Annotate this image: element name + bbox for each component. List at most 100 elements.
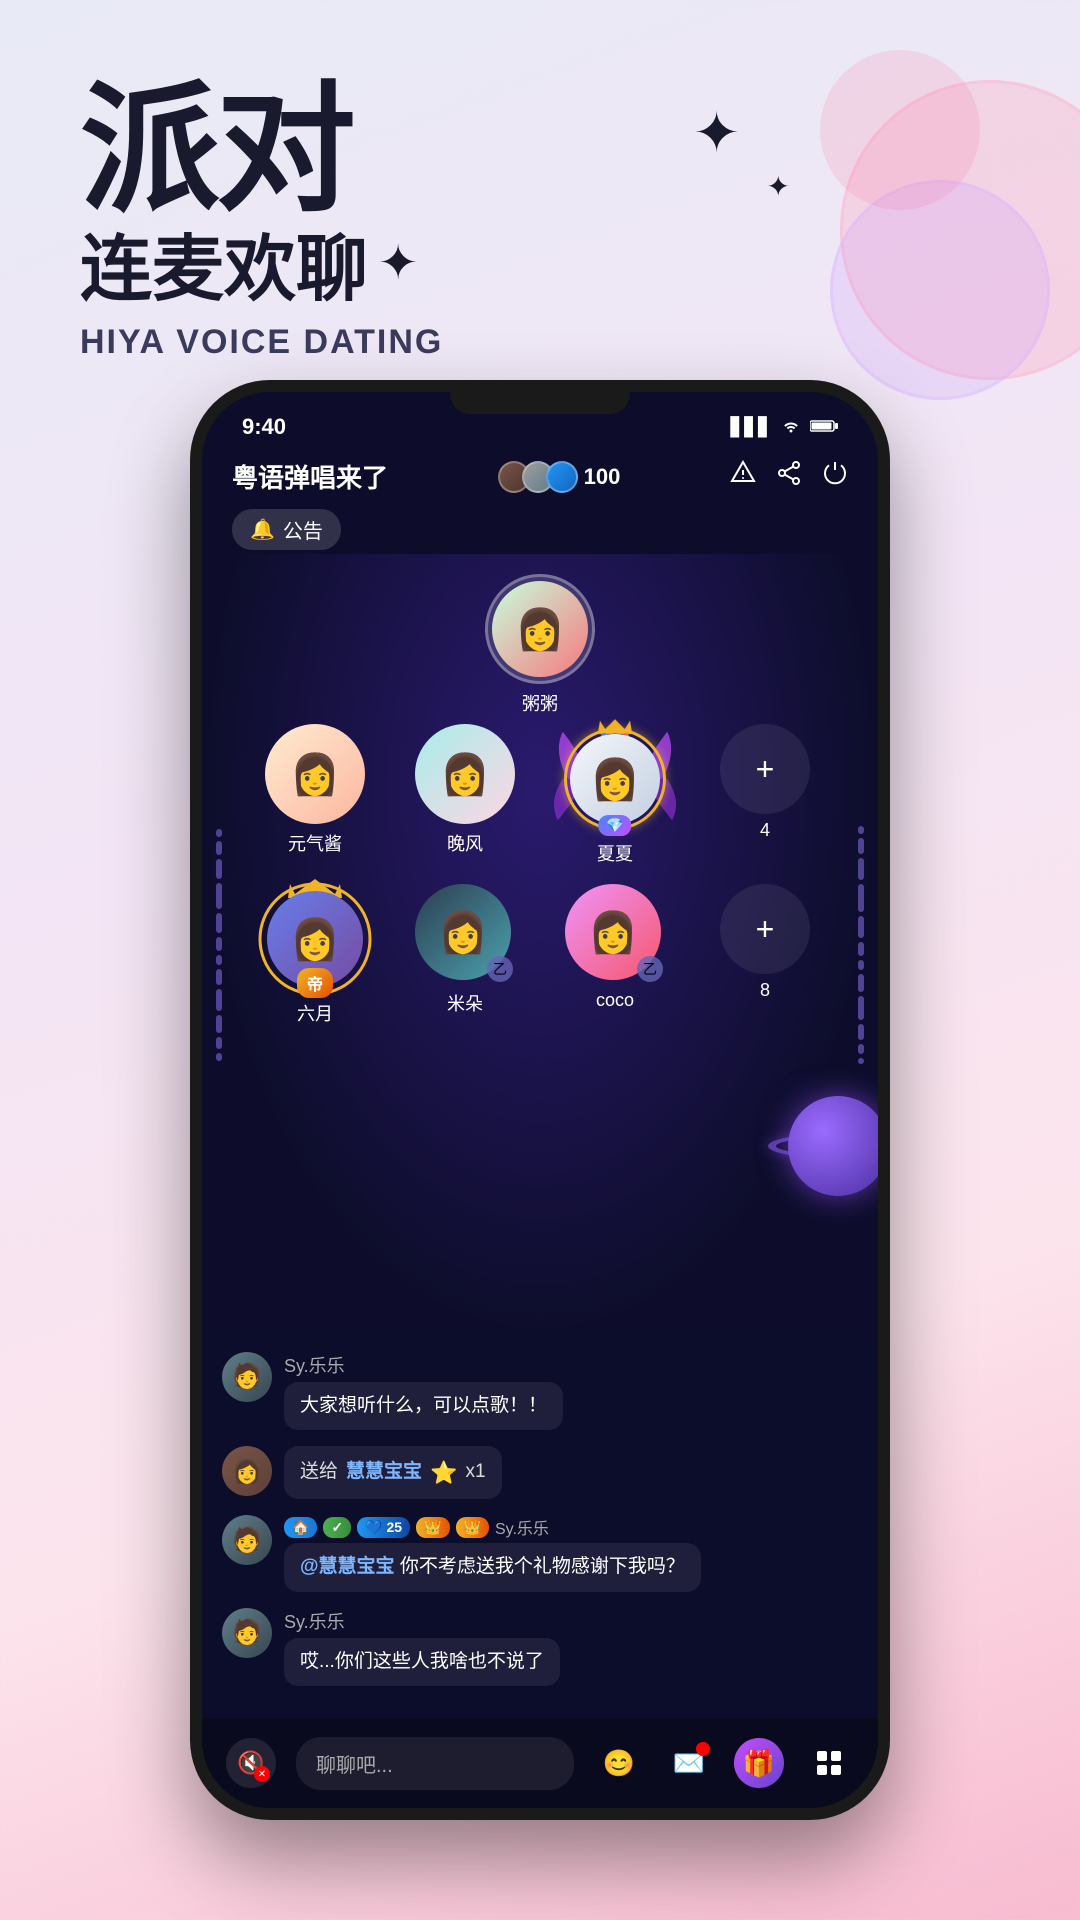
sound-bar (216, 1015, 222, 1033)
send-text: 送给 (300, 1458, 338, 1487)
viewer-avatar-3 (546, 461, 578, 493)
gift-icon: 🎁 (743, 1748, 775, 1779)
seat-coco-frame: 👩 乙 (565, 884, 665, 984)
badge-home: 🏠 (284, 1517, 317, 1538)
menu-button[interactable] (804, 1738, 854, 1788)
seat-liuyue-frame: 帝 👩 (260, 884, 370, 994)
sound-bar (216, 989, 222, 1011)
sound-bar (858, 838, 864, 854)
chat-username-1: Sy.乐乐 (284, 1352, 858, 1378)
diamond-badge: 💎 (598, 815, 631, 836)
phone-notch (450, 380, 630, 414)
chat-badges-row: 🏠 ✓ 💙 25 👑 👑 Sy.乐乐 (284, 1515, 858, 1539)
menu-grid-icon (815, 1749, 843, 1777)
chat-message-4: 🧑 Sy.乐乐 哎...你们这些人我啥也不说了 (222, 1608, 858, 1687)
bg-decoration-2 (830, 180, 1050, 400)
emoji-button[interactable]: 😊 (594, 1738, 644, 1788)
sound-bars-left (216, 829, 222, 1061)
chat-input-area[interactable]: 聊聊吧... (296, 1737, 574, 1790)
add-seat-4[interactable]: + 4 (700, 724, 830, 866)
chat-avatar-gift: 👩 (222, 1446, 272, 1496)
wifi-icon (780, 417, 802, 438)
mute-button[interactable]: 🔇 ✕ (226, 1738, 276, 1788)
bg-decoration-3 (820, 50, 980, 210)
guests-row-1: 👩 元气酱 👩 晚风 (250, 724, 830, 866)
sound-bar (216, 1053, 222, 1061)
planet-ball (788, 1096, 878, 1196)
badge-check: ✓ (323, 1517, 351, 1538)
mail-badge-dot (696, 1742, 710, 1756)
chat-bubble-gift: 送给 慧慧宝宝 ⭐ x1 (284, 1446, 502, 1499)
seat-avatar-yuqi: 👩 (265, 724, 365, 824)
chat-message-gift: 👩 送给 慧慧宝宝 ⭐ x1 (222, 1446, 858, 1499)
viewer-number: 100 (584, 464, 621, 490)
sound-bar (858, 916, 864, 938)
stage-area: 👩 粥粥 👩 元气酱 (202, 554, 878, 1336)
status-icons: ▋▋▋ (730, 417, 838, 438)
seat-yuqi[interactable]: 👩 元气酱 (250, 724, 380, 866)
sparkle-top-icon: ✦ (693, 100, 740, 166)
host-avatar-ring: 👩 (485, 574, 595, 684)
host-seat[interactable]: 👩 粥粥 (485, 574, 595, 716)
seat-wanfeng[interactable]: 👩 晚风 (400, 724, 530, 866)
add-seat-count-4: 4 (760, 820, 770, 841)
hero-section: 派对 连麦欢聊 ✦ HIYA VOICE DATING (80, 80, 443, 362)
gift-count: x1 (465, 1458, 485, 1487)
sub-title-row: 连麦欢聊 ✦ (80, 210, 443, 315)
add-seat-8[interactable]: + 8 (700, 884, 830, 1026)
seat-miduo[interactable]: 👩 乙 米朵 (400, 884, 530, 1026)
room-title: 粤语弹唱来了 (232, 458, 388, 495)
sound-bar (858, 942, 864, 956)
phone-outer: 9:40 ▋▋▋ (190, 380, 890, 1820)
bell-icon: 🔔 (250, 517, 275, 542)
gift-row: 送给 慧慧宝宝 ⭐ x1 (300, 1456, 486, 1489)
add-seat-btn[interactable]: + (720, 724, 810, 814)
host-avatar-emoji: 👩 (492, 581, 588, 677)
chat-content-1: Sy.乐乐 大家想听什么，可以点歌！！ (284, 1352, 858, 1431)
sound-bar (216, 1037, 222, 1049)
add-seat-count-8: 8 (760, 980, 770, 1001)
sound-bar (858, 996, 864, 1020)
chat-bubble-3: @慧慧宝宝 你不考虑送我个礼物感谢下我吗？ (284, 1543, 701, 1592)
viewer-avatars (498, 461, 578, 493)
chat-emoji-3: 🧑 (222, 1515, 272, 1565)
share-icon[interactable] (776, 460, 802, 493)
alert-icon[interactable] (730, 460, 756, 493)
chat-content-3: 🏠 ✓ 💙 25 👑 👑 Sy.乐乐 @慧慧宝宝 你不考虑送我个礼物感谢下我吗？ (284, 1515, 858, 1592)
chat-emoji-gift: 👩 (222, 1446, 272, 1496)
sound-bar (216, 829, 222, 837)
chat-message-1: 🧑 Sy.乐乐 大家想听什么，可以点歌！！ (222, 1352, 858, 1431)
power-icon[interactable] (822, 460, 848, 493)
chat-bubble-1: 大家想听什么，可以点歌！！ (284, 1382, 563, 1431)
sound-bar (216, 969, 222, 985)
sound-bar (858, 826, 864, 834)
seat-name-coco: coco (596, 990, 634, 1011)
add-icon: + (756, 751, 775, 788)
main-title-big: 派对 (80, 80, 443, 220)
status-time: 9:40 (242, 414, 286, 440)
seat-coco[interactable]: 👩 乙 coco (550, 884, 680, 1026)
badge-crown-2: 👑 (456, 1517, 489, 1538)
gift-button[interactable]: 🎁 (734, 1738, 784, 1788)
mail-button[interactable]: ✉️ (664, 1738, 714, 1788)
header-action-icons[interactable] (730, 460, 848, 493)
sound-bar (858, 884, 864, 912)
phone-mockup: 9:40 ▋▋▋ (190, 380, 890, 1840)
add-seat-btn-8[interactable]: + (720, 884, 810, 974)
guests-row-2: 帝 👩 六月 👩 乙 (250, 884, 830, 1026)
app-header: 粤语弹唱来了 100 (202, 448, 878, 505)
sound-bar (858, 974, 864, 992)
host-avatar: 👩 (492, 581, 588, 677)
sparkle-small-icon: ✦ (767, 170, 790, 203)
phone-screen: 9:40 ▋▋▋ (202, 392, 878, 1808)
badge-username: Sy.乐乐 (495, 1515, 549, 1539)
notice-button[interactable]: 🔔 公告 (232, 509, 341, 550)
seat-liuyue[interactable]: 帝 👩 六月 (250, 884, 380, 1026)
sub-title-cn: 连麦欢聊 (80, 210, 368, 315)
chat-avatar-4: 🧑 (222, 1608, 272, 1658)
chat-content-gift: 送给 慧慧宝宝 ⭐ x1 (284, 1446, 858, 1499)
planet-decoration (768, 1076, 878, 1216)
seat-xiaxia[interactable]: 👩 💎 夏夏 (550, 724, 680, 866)
chat-emoji-1: 🧑 (222, 1352, 272, 1402)
sound-bar (216, 937, 222, 951)
